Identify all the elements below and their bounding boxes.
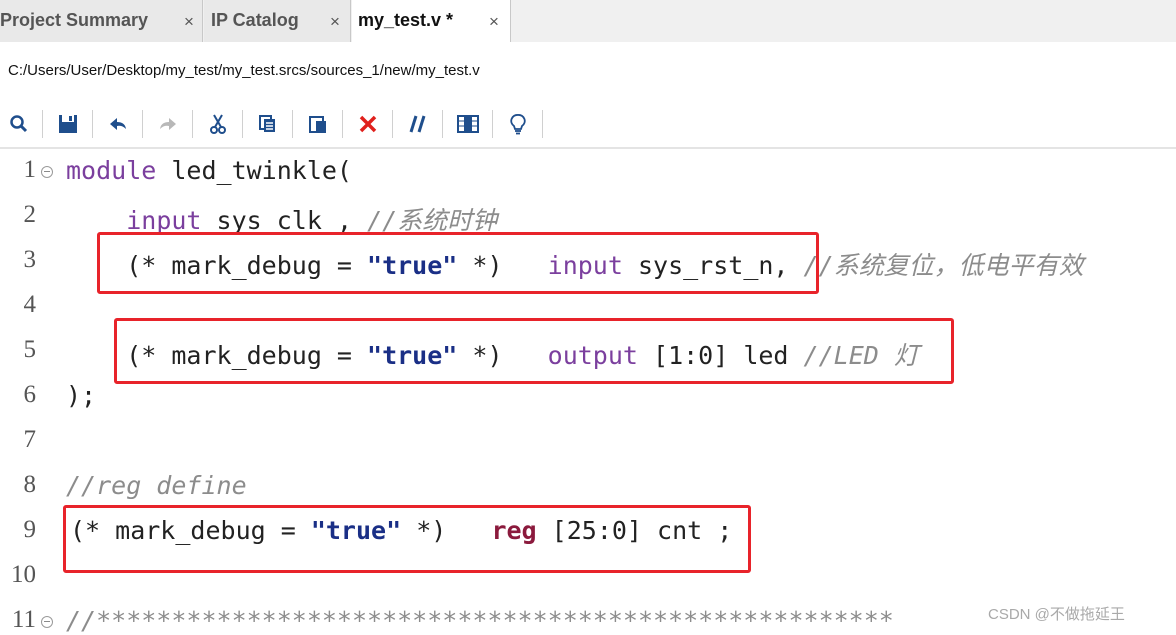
line-number: 10 (11, 561, 36, 588)
search-icon[interactable] (4, 104, 34, 144)
toolbar-divider (142, 110, 143, 138)
code-token: led_twinkle( (156, 156, 352, 185)
close-icon[interactable]: × (330, 12, 340, 32)
toolbar-divider (542, 110, 543, 138)
code-editor[interactable]: 1 2 3 4 5 6 7 8 9 10 11 module led_twinkle( input … (0, 150, 1176, 635)
code-comment: //系统时钟 (367, 206, 498, 235)
tab-project-summary[interactable]: Project Summary × (0, 0, 202, 42)
line-number: 7 (23, 426, 37, 453)
toolbar-divider (392, 110, 393, 138)
paste-icon[interactable] (303, 104, 333, 144)
code-comment: //系统复位，低电平有效 (803, 251, 1084, 280)
tab-divider (510, 0, 511, 42)
file-path: C:/Users/User/Desktop/my_test/my_test.sr… (8, 62, 480, 79)
line-number: 2 (23, 201, 37, 228)
cut-icon[interactable] (203, 104, 233, 144)
line-number: 9 (23, 516, 37, 543)
code-keyword: module (66, 156, 157, 185)
tab-label: my_test.v * (358, 10, 454, 30)
line-number: 4 (23, 291, 37, 318)
toolbar-divider (192, 110, 193, 138)
tab-ip-catalog[interactable]: IP Catalog × (204, 0, 350, 42)
code-line[interactable]: //**************************************… (66, 606, 894, 635)
fold-toggle-icon[interactable] (41, 166, 53, 178)
column-select-icon[interactable] (453, 104, 483, 144)
delete-icon[interactable] (353, 104, 383, 144)
code-comment: //**************************************… (66, 606, 894, 635)
line-number: 8 (23, 471, 37, 498)
copy-icon[interactable] (253, 104, 283, 144)
code-keyword: input (126, 206, 202, 235)
editor-toolbar (0, 104, 560, 144)
save-icon[interactable] (53, 104, 83, 144)
tab-divider (202, 0, 203, 42)
code-comment: //reg define (66, 471, 247, 500)
tab-label: IP Catalog (211, 10, 299, 30)
close-icon[interactable]: × (489, 12, 499, 32)
tab-label: Project Summary (0, 10, 149, 30)
line-number: 5 (23, 336, 37, 363)
tab-divider (350, 0, 351, 42)
tab-my-test-v[interactable]: my_test.v * × (352, 0, 510, 42)
line-number: 3 (23, 246, 37, 273)
highlight-box-sys-rst-n (97, 232, 819, 294)
line-number: 11 (11, 606, 36, 633)
code-token: ); (66, 381, 97, 410)
highlight-box-cnt (63, 505, 751, 573)
undo-icon[interactable] (103, 104, 133, 144)
toolbar-divider (42, 110, 43, 138)
toolbar-divider (342, 110, 343, 138)
close-icon[interactable]: × (184, 12, 194, 32)
line-number: 6 (23, 381, 37, 408)
toolbar-divider (442, 110, 443, 138)
lightbulb-icon[interactable] (503, 104, 533, 144)
toolbar-divider (492, 110, 493, 138)
fold-toggle-icon[interactable] (41, 616, 53, 628)
code-line[interactable]: module led_twinkle( (66, 156, 352, 185)
highlight-box-led (114, 318, 954, 384)
redo-icon[interactable] (153, 104, 183, 144)
toolbar-divider-line (0, 147, 1176, 149)
code-token: sys_clk , (201, 206, 368, 235)
toolbar-divider (92, 110, 93, 138)
watermark: CSDN @不做拖延王 (988, 606, 1125, 623)
toolbar-divider (292, 110, 293, 138)
code-line[interactable]: //reg define (66, 471, 247, 500)
comment-icon[interactable] (403, 104, 433, 144)
code-line[interactable]: ); (66, 381, 96, 410)
editor-tab-bar: Project Summary × IP Catalog × my_test.v… (0, 0, 1176, 42)
toolbar-divider (242, 110, 243, 138)
line-number: 1 (23, 156, 37, 183)
